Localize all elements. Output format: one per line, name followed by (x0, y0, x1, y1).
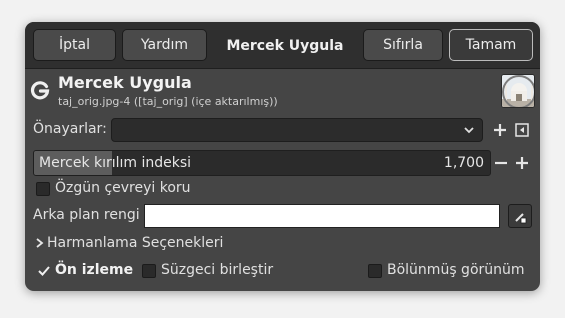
gegl-icon (30, 81, 50, 100)
keep-surroundings-label: Özgün çevreyi koru (55, 180, 191, 196)
refraction-index-value: 1,700 (443, 155, 484, 171)
dialog-title: Mercek Uygula (226, 37, 344, 54)
header-bar: İptal Yardım Mercek Uygula Sıfırla Tamam (25, 22, 540, 69)
background-color-swatch[interactable] (144, 204, 500, 228)
refraction-index-label: Mercek kırılım indeksi (39, 155, 192, 171)
image-thumbnail (501, 74, 535, 108)
merge-filter-checkbox[interactable] (142, 264, 156, 278)
add-preset-icon[interactable] (492, 122, 508, 138)
refraction-index-slider[interactable]: Mercek kırılım indeksi 1,700 (33, 150, 491, 176)
image-subtitle: taj_orig.jpg-4 ([taj_orig] (içe aktarılm… (58, 95, 278, 108)
color-picker-button[interactable] (508, 204, 532, 228)
decrease-icon[interactable] (493, 155, 509, 171)
reset-button[interactable]: Sıfırla (363, 29, 443, 61)
plugin-title: Mercek Uygula (58, 73, 192, 92)
split-view-checkbox[interactable] (368, 264, 382, 278)
keep-surroundings-checkbox[interactable] (36, 182, 50, 196)
preview-label: Ön izleme (55, 262, 134, 278)
eyedropper-icon (515, 213, 527, 224)
preset-menu-icon[interactable] (514, 122, 530, 138)
merge-filter-label: Süzgeci birleştir (161, 262, 274, 278)
presets-label: Önayarlar: (33, 121, 107, 137)
ok-button[interactable]: Tamam (449, 29, 533, 61)
background-color-label: Arka plan rengi (33, 207, 140, 223)
preview-checkmark-icon[interactable] (37, 264, 51, 278)
help-button[interactable]: Yardım (122, 29, 207, 61)
increase-icon[interactable] (514, 155, 530, 171)
chevron-down-icon (464, 127, 474, 134)
chevron-right-icon[interactable] (35, 237, 45, 249)
split-view-label: Bölünmüş görünüm (387, 262, 525, 278)
cancel-button[interactable]: İptal (33, 29, 116, 61)
presets-dropdown[interactable] (111, 118, 483, 142)
blending-options-expander[interactable]: Harmanlama Seçenekleri (47, 235, 223, 251)
apply-lens-dialog: İptal Yardım Mercek Uygula Sıfırla Tamam… (25, 22, 540, 291)
